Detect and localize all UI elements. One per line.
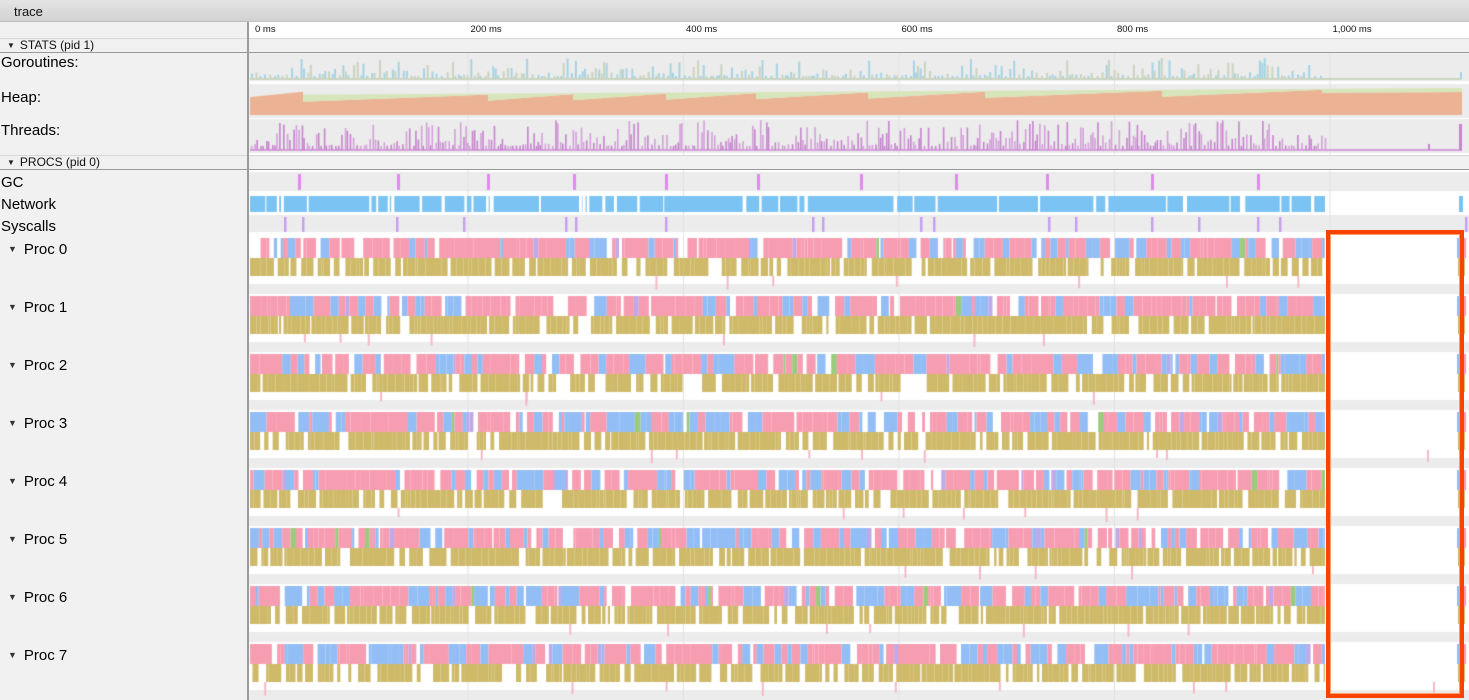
track-label-proc-4[interactable]: ▼ Proc 4	[0, 473, 67, 490]
proc-label-text: Proc 3	[24, 415, 67, 432]
trace-viewer: trace 0 ms200 ms400 ms600 ms800 ms1,000 …	[0, 0, 1469, 700]
selection-rectangle	[1326, 230, 1464, 698]
chevron-down-icon: ▼	[7, 39, 15, 52]
row-label-network: Network	[1, 196, 56, 213]
column-divider[interactable]	[247, 22, 249, 700]
track-label-proc-2[interactable]: ▼ Proc 2	[0, 357, 67, 374]
row-label-syscalls: Syscalls	[1, 218, 56, 235]
chevron-down-icon: ▼	[8, 360, 17, 370]
proc-label-text: Proc 4	[24, 473, 67, 490]
proc-label-text: Proc 1	[24, 299, 67, 316]
proc-label-text: Proc 6	[24, 589, 67, 606]
section-title: PROCS (pid 0)	[20, 155, 100, 169]
section-title: STATS (pid 1)	[20, 38, 94, 52]
track-label-proc-3[interactable]: ▼ Proc 3	[0, 415, 67, 432]
track-label-proc-5[interactable]: ▼ Proc 5	[0, 531, 67, 548]
track-label-proc-6[interactable]: ▼ Proc 6	[0, 589, 67, 606]
ruler-tick-label: 400 ms	[686, 24, 717, 35]
proc-label-text: Proc 7	[24, 647, 67, 664]
ruler-tick-label: 1,000 ms	[1333, 24, 1372, 35]
chevron-down-icon: ▼	[8, 592, 17, 602]
timeline-canvas[interactable]	[0, 0, 1469, 700]
ruler-tick-label: 800 ms	[1117, 24, 1148, 35]
track-label-proc-7[interactable]: ▼ Proc 7	[0, 647, 67, 664]
chevron-down-icon: ▼	[8, 650, 17, 660]
chevron-down-icon: ▼	[8, 534, 17, 544]
row-label-gc: GC	[1, 174, 24, 191]
chevron-down-icon: ▼	[8, 476, 17, 486]
ruler-tick-label: 200 ms	[471, 24, 502, 35]
row-label-goroutines: Goroutines:	[1, 54, 79, 71]
section-header-stats[interactable]: ▼ STATS (pid 1)	[0, 38, 1469, 53]
proc-label-text: Proc 0	[24, 241, 67, 258]
row-label-threads: Threads:	[1, 122, 60, 139]
chevron-down-icon: ▼	[7, 156, 15, 169]
chevron-down-icon: ▼	[8, 244, 17, 254]
row-label-heap: Heap:	[1, 89, 41, 106]
time-ruler[interactable]: 0 ms 200 ms 400 ms 600 ms 800 ms 1,000 ms	[249, 22, 1469, 38]
proc-label-text: Proc 2	[24, 357, 67, 374]
proc-label-text: Proc 5	[24, 531, 67, 548]
track-label-proc-1[interactable]: ▼ Proc 1	[0, 299, 67, 316]
section-header-procs[interactable]: ▼ PROCS (pid 0)	[0, 155, 1469, 170]
chevron-down-icon: ▼	[8, 302, 17, 312]
chevron-down-icon: ▼	[8, 418, 17, 428]
ruler-tick-label: 600 ms	[902, 24, 933, 35]
track-label-proc-0[interactable]: ▼ Proc 0	[0, 241, 67, 258]
ruler-tick-label: 0 ms	[255, 24, 276, 35]
